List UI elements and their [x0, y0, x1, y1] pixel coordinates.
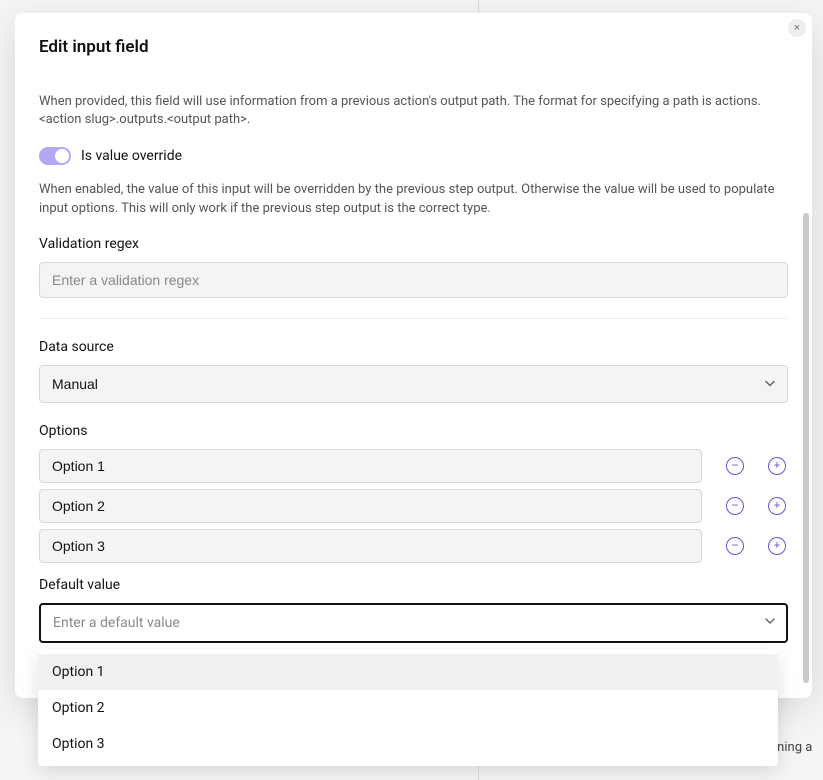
option-row: − + — [39, 529, 788, 563]
close-button[interactable]: × — [788, 19, 806, 37]
option-input[interactable] — [39, 489, 702, 523]
data-source-select-wrap: Manual — [39, 365, 788, 403]
default-value-select-wrap: Enter a default value — [39, 603, 788, 643]
validation-regex-label: Validation regex — [39, 236, 788, 252]
validation-regex-input[interactable] — [39, 262, 788, 298]
value-override-toggle[interactable] — [39, 147, 71, 165]
options-label: Options — [39, 423, 788, 439]
add-option-button[interactable]: + — [768, 457, 786, 475]
data-source-select[interactable]: Manual — [39, 365, 788, 403]
remove-option-button[interactable]: − — [726, 497, 744, 515]
value-override-label: Is value override — [81, 148, 182, 164]
dropdown-item[interactable]: Option 3 — [38, 726, 778, 762]
edit-input-field-modal: × Edit input field When provided, this f… — [15, 13, 812, 698]
default-value-dropdown: Option 1 Option 2 Option 3 — [38, 650, 778, 766]
toggle-knob — [55, 149, 69, 163]
default-value-select[interactable]: Enter a default value — [39, 603, 788, 643]
option-row: − + — [39, 449, 788, 483]
remove-option-button[interactable]: − — [726, 537, 744, 555]
default-value-placeholder: Enter a default value — [53, 615, 180, 631]
add-option-button[interactable]: + — [768, 497, 786, 515]
option-input[interactable] — [39, 529, 702, 563]
option-input[interactable] — [39, 449, 702, 483]
data-source-label: Data source — [39, 339, 788, 355]
dropdown-item[interactable]: Option 1 — [38, 654, 778, 690]
add-option-button[interactable]: + — [768, 537, 786, 555]
value-override-help-text: When enabled, the value of this input wi… — [39, 181, 788, 217]
chevron-down-icon — [764, 615, 776, 631]
intro-help-text: When provided, this field will use infor… — [39, 93, 788, 129]
default-value-section: Default value Enter a default value — [39, 577, 788, 643]
modal-scrollbar[interactable] — [803, 213, 809, 683]
option-row: − + — [39, 489, 788, 523]
value-override-row: Is value override — [39, 147, 788, 165]
dropdown-item[interactable]: Option 2 — [38, 690, 778, 726]
modal-title: Edit input field — [39, 37, 788, 57]
default-value-label: Default value — [39, 577, 788, 593]
section-divider — [39, 318, 788, 319]
options-section: Options − + − + − + — [39, 423, 788, 563]
remove-option-button[interactable]: − — [726, 457, 744, 475]
